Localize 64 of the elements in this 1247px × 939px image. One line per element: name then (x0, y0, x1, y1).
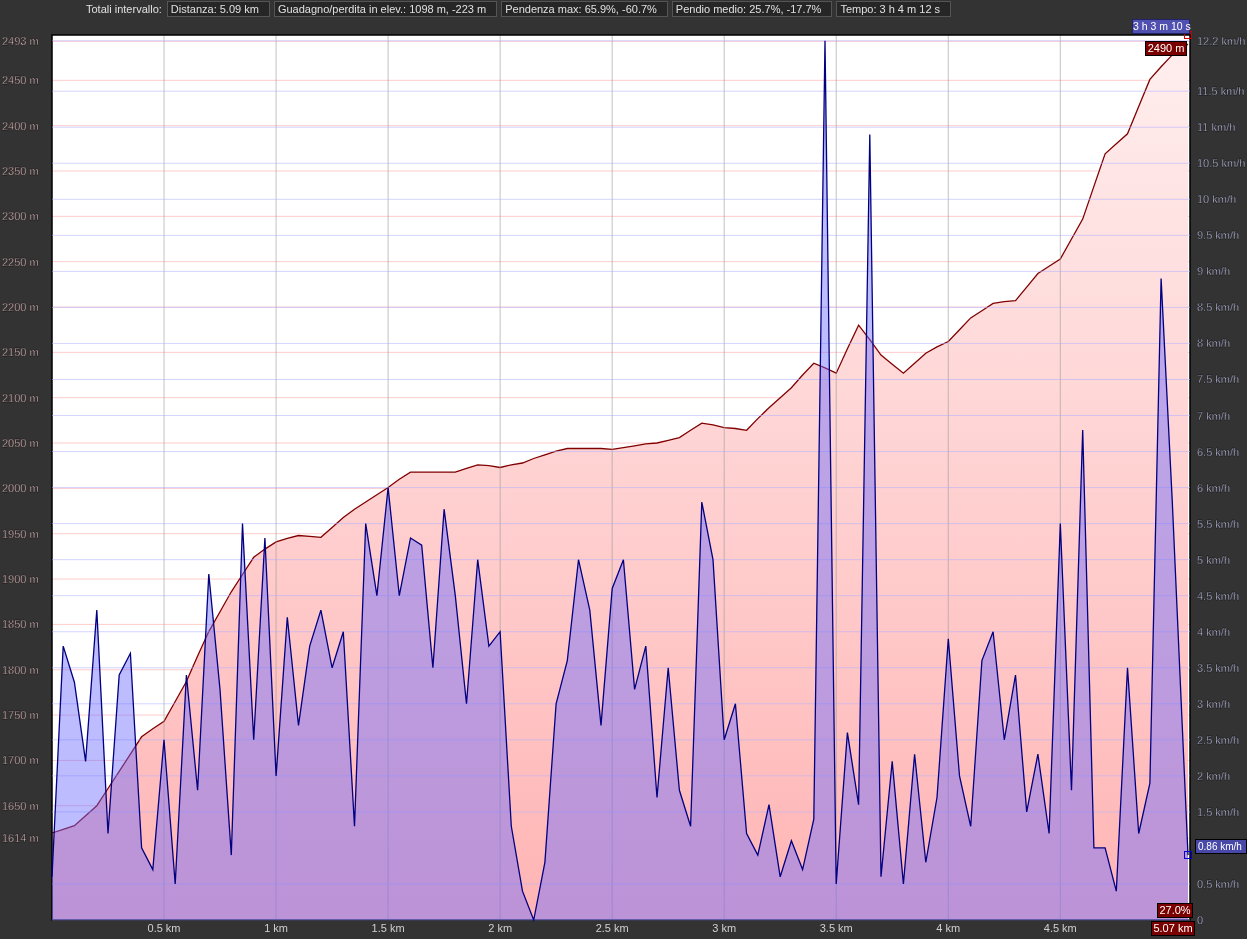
axis-label: 9 km/h (1197, 265, 1230, 278)
axis-label: 4 km/h (1197, 625, 1230, 638)
axis-label: 2050 m (2, 437, 39, 450)
axis-label: 11 km/h (1197, 121, 1236, 134)
axis-label: 2250 m (2, 255, 39, 268)
axis-label: 6 km/h (1197, 481, 1230, 494)
axis-label: 7.5 km/h (1197, 373, 1240, 386)
axis-label: 5.5 km/h (1197, 517, 1240, 530)
axis-label: 11.5 km/h (1197, 85, 1245, 98)
axis-label: 2400 m (2, 119, 39, 132)
axis-label: 2000 m (2, 482, 39, 495)
grade-readout: 27.0% (1157, 903, 1193, 918)
elevation-readout: 2490 m (1145, 41, 1187, 56)
axis-label: 3.5 km/h (1197, 661, 1240, 674)
distance-readout: 5.07 km (1151, 921, 1195, 936)
axis-label: 1850 m (2, 618, 39, 631)
axis-label: 1650 m (2, 799, 39, 812)
axis-label: 2100 m (2, 391, 39, 404)
time-readout: 3 h 3 m 10 s (1132, 19, 1190, 34)
axis-label: 7 km/h (1197, 409, 1230, 422)
axis-label: 3 km (712, 922, 737, 934)
axis-label: 0.5 km (147, 922, 181, 934)
axis-label: 5 km/h (1197, 553, 1230, 566)
axis-label: 4.5 km/h (1197, 589, 1240, 602)
axis-label: 2200 m (2, 301, 39, 314)
axis-label: 1950 m (2, 527, 39, 540)
axis-label: 2 km (488, 922, 513, 934)
axis-label: 8.5 km/h (1197, 301, 1240, 314)
axis-label: 4.5 km (1043, 922, 1077, 934)
axis-label: 10.5 km/h (1197, 157, 1246, 170)
axis-label: 2.5 km/h (1197, 733, 1240, 746)
axis-label: 2.5 km (595, 922, 629, 934)
summary-field: Distanza: 5.09 km (166, 1, 270, 17)
axis-label: 2150 m (2, 346, 39, 359)
axis-label: 9.5 km/h (1197, 229, 1240, 242)
axis-label: 2350 m (2, 165, 39, 177)
axis-label: 0 (1197, 914, 1204, 926)
axis-label: 1 km (264, 922, 288, 934)
summary-field: Tempo: 3 h 4 m 12 s (836, 1, 952, 17)
axis-label: 1750 m (2, 709, 39, 722)
axis-label: 1700 m (2, 754, 39, 767)
axis-label: 3.5 km (819, 922, 853, 934)
axis-label: 0.5 km/h (1197, 877, 1240, 890)
summary-label: Totali intervallo: (86, 1, 163, 17)
axis-label: 8 km/h (1197, 337, 1230, 350)
axis-label: 1900 m (2, 573, 39, 586)
axis-label: 2300 m (2, 210, 39, 223)
axis-label: 2493 m (2, 35, 39, 48)
cursor-marker (1184, 851, 1192, 860)
axis-label: 2 km/h (1197, 769, 1230, 782)
axis-label: 6.5 km/h (1197, 445, 1240, 458)
axis-label: 10 km/h (1197, 193, 1237, 206)
axis-label: 1800 m (2, 663, 39, 676)
summary-field: Guadagno/perdita in elev.: 1098 m, -223 m (273, 1, 498, 17)
speed-readout: 0.86 km/h (1195, 839, 1247, 854)
summary-field: Pendio medio: 25.7%, -17.7% (671, 1, 833, 17)
axis-label: 4 km (936, 922, 961, 934)
axis-label: 1.5 km/h (1197, 805, 1240, 818)
axis-label: 1.5 km (371, 922, 405, 934)
axis-label: 12.2 km/h (1197, 34, 1246, 47)
axis-label: 3 km/h (1197, 697, 1230, 710)
axis-label: 1614 m (2, 832, 39, 845)
axis-label: 2450 m (2, 74, 39, 87)
summary-field: Pendenza max: 65.9%, -60.7% (501, 1, 668, 17)
